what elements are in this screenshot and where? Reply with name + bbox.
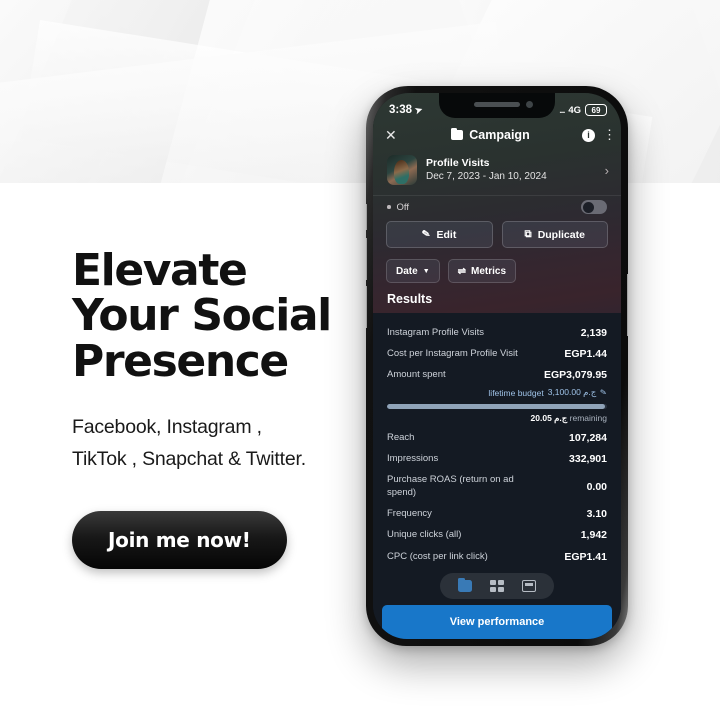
join-me-now-button[interactable]: Join me now! xyxy=(72,511,287,570)
campaign-text-group: Profile Visits Dec 7, 2023 - Jan 10, 202… xyxy=(426,156,596,184)
status-bar-right: .... 4G 69 xyxy=(559,104,607,116)
chevron-down-icon: ▼ xyxy=(422,267,430,275)
metric-row: Cost per Instagram Profile Visit EGP1.44 xyxy=(387,343,607,364)
metric-row: CPC (cost per link click) EGP1.41 xyxy=(387,546,607,567)
metric-label: Amount spent xyxy=(387,369,446,381)
action-buttons-row: ✎ Edit ⧉ Duplicate xyxy=(373,221,621,259)
metric-row: Impressions 332,901 xyxy=(387,448,607,469)
phone-notch xyxy=(439,93,555,118)
status-dot-icon xyxy=(387,205,391,209)
edit-button-label: Edit xyxy=(436,228,457,241)
budget-remaining-label: remaining xyxy=(569,413,607,424)
metric-label: Frequency xyxy=(387,507,432,519)
campaign-status-row: Off xyxy=(373,195,621,221)
metric-label: Unique clicks (all) xyxy=(387,529,462,541)
results-title: Results xyxy=(387,292,433,306)
date-chip-label: Date xyxy=(396,265,418,277)
promo-headline: Elevate Your Social Presence xyxy=(72,245,332,387)
campaign-status-group: Off xyxy=(387,202,409,213)
metric-value: 107,284 xyxy=(569,431,607,444)
metric-label: CPC (cost per link click) xyxy=(387,550,488,562)
metric-row: Purchase ROAS (return on ad spend) 0.00 xyxy=(387,470,607,504)
bottom-tab-pill xyxy=(440,573,554,599)
sliders-icon: ⇌ xyxy=(457,265,467,277)
kebab-menu-icon[interactable]: ⋮ xyxy=(603,128,616,142)
lifetime-budget-label: lifetime budget xyxy=(488,387,544,398)
chevron-right-icon[interactable]: › xyxy=(605,163,609,178)
lifetime-budget-amount: ج.م 3,100.00 xyxy=(547,387,597,398)
phone-mockup: 3:38 ➤ .... 4G 69 ✕ Campaign i ⋮ Profile… xyxy=(366,86,628,646)
campaign-toggle[interactable] xyxy=(581,200,607,214)
lifetime-budget-row: lifetime budget ج.م 3,100.00 ✎ xyxy=(387,386,607,398)
metric-value: 3.10 xyxy=(586,508,607,521)
budget-progress-bar xyxy=(387,404,607,410)
metric-value: EGP3,079.95 xyxy=(543,369,607,382)
metric-row: Frequency 3.10 xyxy=(387,503,607,524)
copy-icon: ⧉ xyxy=(524,229,532,240)
duplicate-button-label: Duplicate xyxy=(537,228,585,241)
campaign-name: Profile Visits xyxy=(426,157,490,170)
campaign-status-label: Off xyxy=(396,201,410,213)
metric-label: Instagram Profile Visits xyxy=(387,326,484,338)
promo-subtitle: Facebook, Instagram , TikTok , Snapchat … xyxy=(72,415,306,470)
metric-value: EGP1.44 xyxy=(564,348,607,361)
metric-label: Purchase ROAS (return on ad spend) xyxy=(387,474,514,498)
metric-label: Cost per Instagram Profile Visit xyxy=(387,347,518,359)
metric-label: Reach xyxy=(387,431,415,443)
edit-button[interactable]: ✎ Edit xyxy=(386,221,493,248)
app-bar-title-group: Campaign xyxy=(407,127,574,142)
promo-content: Elevate Your Social Presence Facebook, I… xyxy=(72,245,402,570)
phone-power-button[interactable] xyxy=(627,274,628,336)
budget-remaining-amount: ج.م 20.05 xyxy=(530,413,568,424)
location-arrow-icon: ➤ xyxy=(413,103,424,116)
earpiece-speaker xyxy=(474,102,520,107)
metrics-filter-chip[interactable]: ⇌ Metrics xyxy=(447,259,517,283)
metric-value: 2,139 xyxy=(580,326,607,339)
metric-value: 332,901 xyxy=(569,453,607,466)
front-camera-icon xyxy=(526,101,533,108)
phone-mute-switch[interactable] xyxy=(366,204,367,230)
battery-indicator: 69 xyxy=(585,104,607,116)
filter-chips-row: Date ▼ ⇌ Metrics xyxy=(373,259,621,292)
app-bar-title: Campaign xyxy=(469,128,530,142)
app-content: ✕ Campaign i ⋮ Profile Visits Dec 7, 202… xyxy=(373,123,621,639)
campaign-date-range: Dec 7, 2023 - Jan 10, 2024 xyxy=(426,171,547,183)
avatar xyxy=(387,155,417,185)
close-icon[interactable]: ✕ xyxy=(385,128,399,142)
folder-icon xyxy=(451,127,464,140)
phone-screen: 3:38 ➤ .... 4G 69 ✕ Campaign i ⋮ Profile… xyxy=(373,93,621,639)
metric-row: Reach 107,284 xyxy=(387,427,607,448)
network-type-label: 4G xyxy=(568,104,581,116)
folder-tab-icon[interactable] xyxy=(458,577,472,592)
status-bar-left: 3:38 ➤ xyxy=(389,103,424,116)
info-icon[interactable]: i xyxy=(582,128,595,142)
status-time: 3:38 xyxy=(389,104,413,116)
app-bar: ✕ Campaign i ⋮ xyxy=(373,123,621,149)
grid-tab-icon[interactable] xyxy=(490,580,504,592)
metric-value: 0.00 xyxy=(586,480,607,493)
phone-volume-up-button[interactable] xyxy=(366,238,367,280)
screen-tab-icon[interactable] xyxy=(522,580,536,592)
pencil-edit-icon[interactable]: ✎ xyxy=(600,388,608,398)
pencil-icon: ✎ xyxy=(421,228,432,241)
budget-progress-fill xyxy=(387,404,605,410)
metric-row: Amount spent EGP3,079.95 xyxy=(387,365,607,386)
phone-volume-down-button[interactable] xyxy=(366,286,367,328)
metric-value: 1,942 xyxy=(580,529,607,542)
view-performance-button[interactable]: View performance xyxy=(382,605,612,639)
date-filter-chip[interactable]: Date ▼ xyxy=(386,259,440,283)
metric-value: EGP1.41 xyxy=(564,550,607,563)
metric-row: Unique clicks (all) 1,942 xyxy=(387,525,607,546)
budget-remaining-row: ج.م 20.05 remaining xyxy=(387,413,607,427)
campaign-summary-row[interactable]: Profile Visits Dec 7, 2023 - Jan 10, 202… xyxy=(373,149,621,195)
metric-row: Instagram Profile Visits 2,139 xyxy=(387,322,607,343)
duplicate-button[interactable]: ⧉ Duplicate xyxy=(501,221,608,248)
signal-icon: .... xyxy=(559,105,565,115)
metric-label: Impressions xyxy=(387,452,439,464)
metrics-chip-label: Metrics xyxy=(471,265,507,277)
phone-body: 3:38 ➤ .... 4G 69 ✕ Campaign i ⋮ Profile… xyxy=(366,86,628,646)
